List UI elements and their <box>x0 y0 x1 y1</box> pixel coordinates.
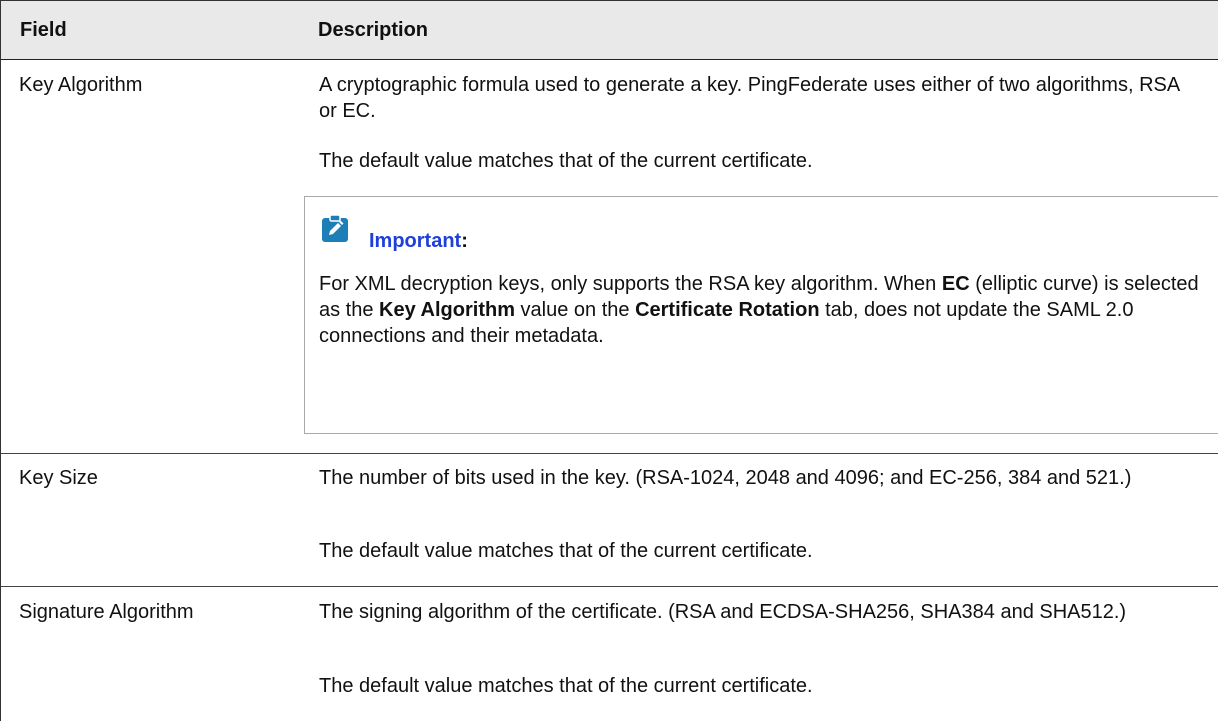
note-body: For XML decryption keys, only supports t… <box>319 271 1199 349</box>
field-name: Key Size <box>19 467 98 489</box>
row-divider <box>1 453 1218 454</box>
description-paragraph: The default value matches that of the cu… <box>319 540 813 562</box>
fields-table: Field Description Key Algorithm A crypto… <box>0 0 1218 721</box>
note-text: value on the <box>514 299 636 321</box>
important-note: Important: For XML decryption keys, only… <box>304 196 1218 434</box>
header-field: Field <box>20 19 67 41</box>
note-text: For XML decryption keys, only supports t… <box>319 273 942 295</box>
pencil-clipboard-icon <box>321 214 349 242</box>
header-description: Description <box>318 19 429 41</box>
field-name: Signature Algorithm <box>19 601 194 623</box>
note-title-colon: : <box>461 230 468 252</box>
description-paragraph: The number of bits used in the key. (RSA… <box>319 467 1132 489</box>
note-bold-text: Certificate Rotation <box>635 299 820 321</box>
note-bold-text: Key Algorithm <box>379 299 515 321</box>
note-title: Important: <box>369 230 468 253</box>
description-paragraph: A cryptographic formula used to generate… <box>319 74 1180 122</box>
field-name: Key Algorithm <box>19 74 143 96</box>
note-title-text: Important <box>369 230 462 252</box>
description-paragraph: The signing algorithm of the certificate… <box>319 601 1127 623</box>
table-header: Field Description <box>1 0 1218 60</box>
description-paragraph: The default value matches that of the cu… <box>319 150 813 172</box>
row-divider <box>1 586 1218 587</box>
description-paragraph: The default value matches that of the cu… <box>319 675 813 697</box>
note-bold-text: EC <box>941 273 970 295</box>
